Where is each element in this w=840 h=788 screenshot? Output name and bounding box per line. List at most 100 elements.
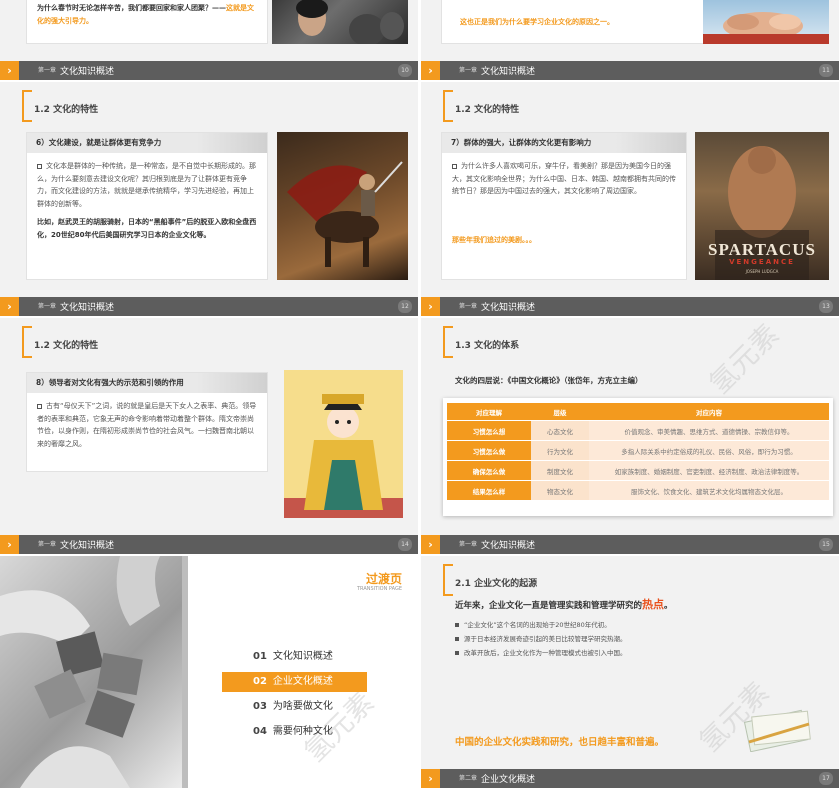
text-fragment: 比如，赵武灵王的 <box>37 218 93 226</box>
text-fragment: ，20世纪80年代后 <box>44 230 106 239</box>
text-card: 为什么春节时无论怎样辛苦，我们都要回家和家人团聚？——这就是文化的强大引导力。 <box>26 0 268 44</box>
chevron-right-icon: › <box>421 297 440 316</box>
page-number: 11 <box>819 64 833 77</box>
table-cell: 如家族制度、婚姻制度、官吏制度、经济制度、政治法律制度等。 <box>589 461 829 480</box>
table-cell: 习惯怎么想 <box>447 421 531 440</box>
conclusion-text: 中国的企业文化实践和研究，也日趋丰富和普遍。 <box>455 737 665 748</box>
heading-bracket <box>443 326 453 358</box>
table-cell: 习惯怎么做 <box>447 441 531 460</box>
bullet-list: “企业文化”这个名词的出现始于20世纪80年代初。 源于日本经济发展奇迹引起的美… <box>455 618 627 660</box>
table-row: 习惯怎么做 行为文化 多指人际关系中约定俗成的礼仪、民俗、风俗，即行为习惯。 <box>447 441 829 460</box>
toc-item-04[interactable]: 04 需要何种文化 <box>253 722 333 742</box>
content-card: 8）领导者对文化有强大的示范和引领的作用 古有“母仪天下”之词，说的就是皇后是天… <box>26 372 268 472</box>
table-panel: 对应理解 层级 对应内容 习惯怎么想 心态文化 价值观念、审美情趣、思维方式、道… <box>443 398 833 516</box>
empress-illustration <box>284 370 403 518</box>
papers-pencil-icon <box>739 702 819 752</box>
slide-text: 为什么春节时无论怎样辛苦，我们都要回家和家人团聚？—— <box>37 4 226 12</box>
toc-item-02[interactable]: 02 企业文化概述 <box>222 672 367 692</box>
footer-title: 文化知识概述 <box>60 67 115 77</box>
horse-rider-painting <box>277 132 408 280</box>
content-card: 7）群体的强大，让群体的文化更有影响力 为什么许多人喜欢喝可乐，穿牛仔，看美剧？… <box>441 132 687 280</box>
paragraph-text: 文化本是群体的一种传统，是一种常态，是不自觉中长期形成的。那么，为什么要刻意去建… <box>37 162 256 208</box>
slide-footer: › 第一章 文化知识概述 15 <box>421 535 839 554</box>
chevron-right-icon: › <box>421 769 440 788</box>
poster-subtitle: VENGEANCE <box>729 258 795 266</box>
table-row: 结果怎么样 物态文化 服饰文化、饮食文化、建筑艺术文化均属物态文化层。 <box>447 481 829 500</box>
square-bullet-icon <box>455 651 459 655</box>
card-title-text: 8）领导者对文化有强大的示范和引领的作用 <box>36 378 184 387</box>
lead-highlight: 热点 <box>642 598 665 611</box>
slide-17[interactable]: 氢元素 2.1 企业文化的起源 近年来，企业文化一直是管理实践和管理学研究的热点… <box>421 556 839 788</box>
table-header: 对应理解 <box>447 403 531 420</box>
crowd-illustration <box>296 0 404 44</box>
slide-highlight: 那些年我们追过的美剧。。。 <box>452 235 536 244</box>
slide-13[interactable]: 1.2 文化的特性 7）群体的强大，让群体的文化更有影响力 为什么许多人喜欢喝可… <box>421 82 839 316</box>
paragraph: 古有“母仪天下”之词，说的就是皇后是天下女人之表率、典范。领导者的表率和典范，它… <box>37 400 257 450</box>
paragraph-text: 古有“母仪天下”之词，说的就是皇后是天下女人之表率、典范。领导者的表率和典范，它… <box>37 402 257 448</box>
card-title-text: 7）群体的强大，让群体的文化更有影响力 <box>451 138 592 147</box>
square-bullet-icon <box>455 637 459 641</box>
checkbox-bullet-icon <box>37 163 42 169</box>
slide-footer: › 第一章 文化知识概述 12 <box>0 297 418 316</box>
table-cell: 服饰文化、饮食文化、建筑艺术文化均属物态文化层。 <box>589 481 829 500</box>
toc-number: 04 <box>253 726 267 737</box>
paragraph-text: 为什么许多人喜欢喝可乐，穿牛仔，看美剧？那是因为美国今日的强大，其文化影响全世界… <box>452 162 676 195</box>
page-number: 12 <box>398 300 412 313</box>
paragraph: 为什么许多人喜欢喝可乐，穿牛仔，看美剧？那是因为美国今日的强大，其文化影响全世界… <box>452 160 676 198</box>
section-heading: 1.2 文化的特性 <box>34 341 99 351</box>
slide-10[interactable]: 为什么春节时无论怎样辛苦，我们都要回家和家人团聚？——这就是文化的强大引导力。 … <box>0 0 418 80</box>
text-card: 这也正是我们为什么要学习企业文化的原因之一。 <box>441 0 707 44</box>
poster-title: SPARTACUS <box>708 240 816 259</box>
table-caption: 文化的四层说：《中国文化概论》（张岱年，方克立主编） <box>455 376 643 385</box>
footer-section: 第二章 <box>459 775 478 782</box>
slide-11[interactable]: 这也正是我们为什么要学习企业文化的原因之一。 › 第一章 文化知识概述 11 <box>421 0 839 80</box>
footer-section: 第一章 <box>38 67 57 74</box>
table-cell: 行为文化 <box>531 441 589 460</box>
slide-12[interactable]: 1.2 文化的特性 6）文化建设，就是让群体更有竞争力 文化本是群体的一种传统，… <box>0 82 418 316</box>
page-subtitle: TRANSITION PAGE <box>357 586 402 592</box>
toc-item-03[interactable]: 03 为啥要做文化 <box>253 697 333 717</box>
footer-section: 第一章 <box>459 541 478 548</box>
spartacus-poster: SPARTACUS VENGEANCE JOSEPH LUDGCA <box>695 132 829 280</box>
list-item: 改革开放后，企业文化作为一种管理模式也被引入中国。 <box>455 646 627 660</box>
slide-footer: › 第一章 文化知识概述 13 <box>421 297 839 316</box>
slide-footer: › 第一章 文化知识概述 14 <box>0 535 418 554</box>
table-header: 层级 <box>531 403 589 420</box>
table-cell: 制度文化 <box>531 461 589 480</box>
watermark: 氢元素 <box>702 318 786 401</box>
chevron-right-icon: › <box>0 61 19 80</box>
table-cell: 结果怎么样 <box>447 481 531 500</box>
slide-14[interactable]: 1.2 文化的特性 8）领导者对文化有强大的示范和引领的作用 古有“母仪天下”之… <box>0 318 418 554</box>
table-cell: 确保怎么做 <box>447 461 531 480</box>
square-bullet-icon <box>455 623 459 627</box>
table-header: 对应内容 <box>589 403 829 420</box>
toc-item-01[interactable]: 01 文化知识概述 <box>253 647 333 667</box>
crowd-photo <box>272 0 408 44</box>
divider-bar <box>182 556 188 788</box>
lead-fragment: 近年来，企业文化一直是管理实践和管理学研究的 <box>455 601 643 611</box>
toc-label: 需要何种文化 <box>272 726 333 737</box>
heading-bracket <box>22 326 32 358</box>
page-number: 14 <box>398 538 412 551</box>
list-item-text: 改革开放后，企业文化作为一种管理模式也被引入中国。 <box>464 649 627 657</box>
table-row: 习惯怎么想 心态文化 价值观念、审美情趣、思维方式、道德情操、宗教信仰等。 <box>447 421 829 440</box>
footer-title: 文化知识概述 <box>60 303 115 313</box>
table-cell: 心态文化 <box>531 421 589 440</box>
page-number: 15 <box>819 538 833 551</box>
list-item-text: “企业文化”这个名词的出现始于20世纪80年代初。 <box>464 621 611 629</box>
section-heading: 2.1 企业文化的起源 <box>455 579 538 589</box>
heading-bracket <box>22 90 32 122</box>
slide-footer: › 第二章 企业文化概述 17 <box>421 769 839 788</box>
table-cell: 物态文化 <box>531 481 589 500</box>
footer-title: 文化知识概述 <box>481 67 536 77</box>
page-title: 过渡页 <box>365 572 402 586</box>
content-card: 6）文化建设，就是让群体更有竞争力 文化本是群体的一种传统，是一种常态，是不自觉… <box>26 132 268 280</box>
footer-title: 文化知识概述 <box>481 541 536 551</box>
chevron-right-icon: › <box>421 535 440 554</box>
slide-15[interactable]: 氢元素 1.3 文化的体系 文化的四层说：《中国文化概论》（张岱年，方克立主编）… <box>421 318 839 554</box>
table-header-row: 对应理解 层级 对应内容 <box>447 403 829 420</box>
toc-number: 03 <box>253 701 267 712</box>
poster-credit: JOSEPH LUDGCA <box>745 269 779 274</box>
slide-16[interactable]: 氢元素 过渡页 TRANSITION PAGE 01 文化知识概述 02 企业文化概… <box>0 556 418 788</box>
paragraph: 文化本是群体的一种传统，是一种常态，是不自觉中长期形成的。那么，为什么要刻意去建… <box>37 160 257 210</box>
